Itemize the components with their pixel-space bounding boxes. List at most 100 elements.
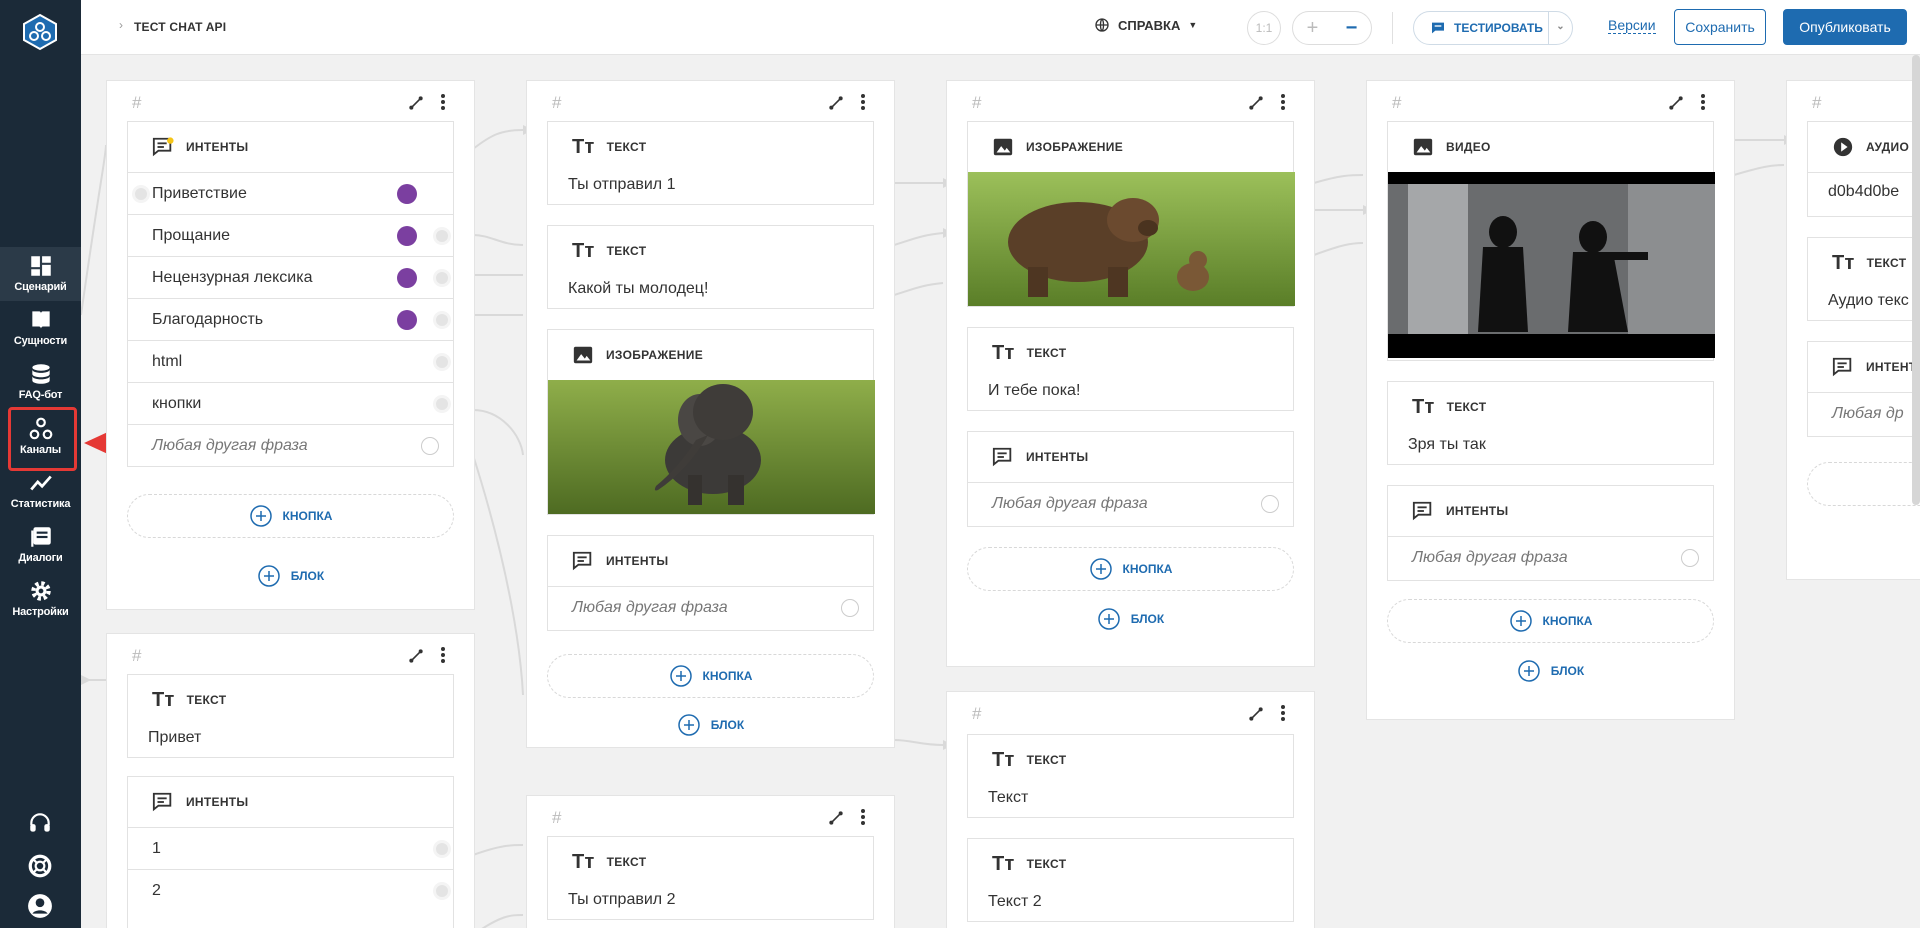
intent-row[interactable]: 2: [128, 869, 453, 911]
publish-button[interactable]: Опубликовать: [1783, 9, 1907, 45]
more-vertical-icon[interactable]: [860, 93, 866, 111]
route-icon[interactable]: [1248, 706, 1264, 722]
lifebuoy-icon[interactable]: [27, 853, 53, 879]
intent-row-other[interactable]: Любая другая фраза: [968, 482, 1293, 524]
intent-connector[interactable]: [841, 599, 859, 617]
headset-icon[interactable]: [27, 810, 53, 836]
add-button-button[interactable]: КНОПКА: [967, 547, 1294, 591]
intent-connector[interactable]: [433, 882, 451, 900]
intent-row[interactable]: html: [128, 340, 453, 382]
scenario-canvas[interactable]: # ИНТЕНТЫ Приветствие Прощание Нецензурн…: [81, 55, 1920, 928]
intent-connector[interactable]: [433, 269, 451, 287]
more-vertical-icon[interactable]: [1280, 93, 1286, 111]
test-dropdown-toggle[interactable]: ⌄: [1548, 11, 1572, 45]
add-button-button[interactable]: КНОПКА: [127, 494, 454, 538]
audio-card[interactable]: АУДИО d0b4d0be: [1807, 121, 1920, 217]
intents-card[interactable]: ИНТЕНТЫ 1 2: [127, 776, 454, 928]
intents-card[interactable]: ИНТЕНТЫ Любая другая фраза: [1387, 485, 1714, 581]
video-card[interactable]: ВИДЕО: [1387, 121, 1715, 361]
text-card[interactable]: Tт ТЕКСТ Ты отправил 1: [547, 121, 874, 205]
intent-row[interactable]: Благодарность: [128, 298, 453, 340]
intent-row-other[interactable]: Любая другая фраза: [128, 424, 453, 466]
text-card[interactable]: Tт ТЕКСТ Ты отправил 2: [547, 836, 874, 920]
route-icon[interactable]: [1248, 95, 1264, 111]
video-preview[interactable]: [1388, 172, 1715, 358]
route-icon[interactable]: [828, 810, 844, 826]
intent-row[interactable]: Нецензурная лексика: [128, 256, 453, 298]
intent-row[interactable]: Прощание: [128, 214, 453, 256]
add-block-button[interactable]: БЛОК: [967, 604, 1294, 634]
zoom-reset-button[interactable]: 1:1: [1247, 11, 1281, 45]
intent-row-other[interactable]: Любая другая фраза: [1388, 536, 1713, 578]
add-button-button[interactable]: КНОПКА: [1387, 599, 1714, 643]
intent-row[interactable]: 1: [128, 827, 453, 869]
intent-connector[interactable]: [433, 311, 451, 329]
intents-card[interactable]: ИНТЕНТЫ Приветствие Прощание Нецензурная…: [127, 121, 454, 467]
add-button-button[interactable]: КНОПКА: [547, 654, 874, 698]
intent-connector[interactable]: [433, 353, 451, 371]
test-button[interactable]: ТЕСТИРОВАТЬ ⌄: [1413, 11, 1573, 45]
text-card[interactable]: Tт ТЕКСТ Какой ты молодец!: [547, 225, 874, 309]
sidebar-item-statistics[interactable]: Статистика: [0, 464, 81, 518]
image-card[interactable]: ИЗОБРАЖЕНИЕ: [967, 121, 1295, 307]
route-icon[interactable]: [408, 95, 424, 111]
scenario-block[interactable]: # Tт ТЕКСТ Привет ИНТЕНТЫ 1 2: [106, 633, 475, 928]
more-vertical-icon[interactable]: [1700, 93, 1706, 111]
vertical-scrollbar[interactable]: [1912, 55, 1920, 505]
route-icon[interactable]: [828, 95, 844, 111]
zoom-in-button[interactable]: +: [1293, 12, 1332, 44]
intent-row[interactable]: кнопки: [128, 382, 453, 424]
save-button[interactable]: Сохранить: [1674, 9, 1766, 45]
intents-card[interactable]: ИНТЕНТЫ Любая другая фраза: [967, 431, 1294, 527]
intent-connector[interactable]: [433, 227, 451, 245]
route-icon[interactable]: [408, 648, 424, 664]
more-vertical-icon[interactable]: [440, 646, 446, 664]
user-avatar-icon[interactable]: [27, 893, 53, 919]
route-icon[interactable]: [1668, 95, 1684, 111]
intent-connector[interactable]: [421, 437, 439, 455]
card-title: ИНТЕНТ: [1866, 360, 1917, 374]
sidebar-item-entities[interactable]: Сущности: [0, 301, 81, 355]
more-vertical-icon[interactable]: [1280, 704, 1286, 722]
scenario-block[interactable]: # ИНТЕНТЫ Приветствие Прощание Нецензурн…: [106, 80, 475, 610]
scenario-block[interactable]: # Tт ТЕКСТ Текст Tт ТЕКСТ Текст 2: [946, 691, 1315, 928]
text-card[interactable]: Tт ТЕКСТ Привет: [127, 674, 454, 758]
scenario-block[interactable]: # ВИДЕО Tт ТЕКСТ Зря ты так ИНТЕНТЫ Люба…: [1366, 80, 1735, 720]
text-card[interactable]: Tт ТЕКСТ И тебе пока!: [967, 327, 1294, 411]
breadcrumb[interactable]: ТЕСТ CHAT API: [134, 20, 226, 34]
intent-row[interactable]: Приветствие: [128, 172, 453, 214]
card-title: ИЗОБРАЖЕНИЕ: [1026, 140, 1124, 154]
intents-card[interactable]: ИНТЕНТ Любая др: [1807, 341, 1920, 437]
text-card[interactable]: Tт ТЕКСТ Текст 2: [967, 838, 1294, 922]
text-card[interactable]: Tт ТЕКСТ Зря ты так: [1387, 381, 1714, 465]
scenario-block[interactable]: # Tт ТЕКСТ Ты отправил 2: [526, 795, 895, 928]
versions-link[interactable]: Версии: [1608, 17, 1656, 34]
intent-connector[interactable]: [1681, 549, 1699, 567]
more-vertical-icon[interactable]: [440, 93, 446, 111]
sidebar-item-settings[interactable]: Настройки: [0, 572, 81, 626]
intent-row-other[interactable]: Любая другая фраза: [548, 586, 873, 628]
sidebar-item-scenario[interactable]: Сценарий: [0, 247, 81, 301]
text-card[interactable]: Tт ТЕКСТ Текст: [967, 734, 1294, 818]
intent-connector[interactable]: [433, 840, 451, 858]
scenario-block[interactable]: # ИЗОБРАЖЕНИЕ Tт ТЕКСТ И тебе пока! ИНТЕ…: [946, 80, 1315, 667]
intents-card[interactable]: ИНТЕНТЫ Любая другая фраза: [547, 535, 874, 631]
scenario-block[interactable]: # АУДИО d0b4d0be Tт ТЕКСТ Аудио текс ИНТЕ…: [1786, 80, 1920, 580]
image-card[interactable]: ИЗОБРАЖЕНИЕ: [547, 329, 875, 515]
sidebar-item-faq-bot[interactable]: FAQ-бот: [0, 355, 81, 409]
intent-row-other[interactable]: Любая др: [1808, 392, 1920, 434]
intent-connector[interactable]: [433, 395, 451, 413]
add-block-button[interactable]: БЛОК: [1387, 656, 1714, 686]
add-button-button[interactable]: [1807, 462, 1920, 506]
add-block-button[interactable]: БЛОК: [127, 561, 454, 591]
add-block-button[interactable]: БЛОК: [547, 710, 874, 740]
text-card[interactable]: Tт ТЕКСТ Аудио текс: [1807, 237, 1920, 321]
zoom-out-button[interactable]: −: [1332, 12, 1371, 44]
intent-connector[interactable]: [1261, 495, 1279, 513]
sidebar-item-dialogs[interactable]: Диалоги: [0, 518, 81, 572]
help-menu[interactable]: СПРАВКА ▼: [1094, 17, 1197, 33]
app-logo-icon[interactable]: [20, 12, 60, 52]
more-vertical-icon[interactable]: [860, 808, 866, 826]
intent-connector[interactable]: [132, 185, 150, 203]
scenario-block[interactable]: # Tт ТЕКСТ Ты отправил 1 Tт ТЕКСТ Какой ты…: [526, 80, 895, 748]
